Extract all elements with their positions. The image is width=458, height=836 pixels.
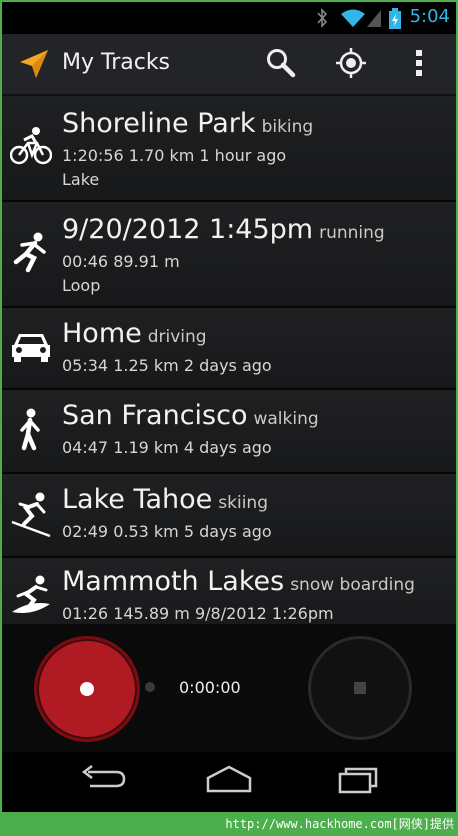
track-description: Lake: [62, 170, 100, 189]
track-row-san-francisco[interactable]: San Francisco walking 04:47 1.19 km 4 day…: [2, 390, 456, 474]
record-button[interactable]: [34, 636, 140, 742]
recording-status-indicator: [145, 682, 155, 692]
track-description: Loop: [62, 276, 101, 295]
record-dot-icon: [80, 682, 94, 696]
track-stats: 01:26 145.89 m 9/8/2012 1:26pm: [62, 604, 334, 623]
walking-icon: [20, 408, 40, 451]
track-stats: 05:34 1.25 km 2 days ago: [62, 356, 272, 375]
watermark: http://www.hackhome.com[网侠]提供: [225, 817, 454, 831]
action-bar: My Tracks: [2, 34, 456, 96]
activity-type: biking: [261, 117, 314, 137]
wifi-icon: [341, 9, 365, 27]
track-name: Mammoth Lakes snow boarding: [62, 566, 415, 597]
track-stats: 02:49 0.53 km 5 days ago: [62, 522, 272, 541]
activity-type: running: [319, 223, 385, 243]
track-stats: 04:47 1.19 km 4 days ago: [62, 438, 272, 457]
stop-square-icon: [354, 682, 366, 694]
track-row-lake-tahoe[interactable]: Lake Tahoe skiing 02:49 0.53 km 5 days ag…: [2, 474, 456, 558]
running-icon: [13, 232, 46, 273]
track-name: Lake Tahoe skiing: [62, 484, 268, 515]
track-stats: 1:20:56 1.70 km 1 hour ago: [62, 146, 287, 165]
track-name: San Francisco walking: [62, 400, 319, 431]
activity-type: snow boarding: [290, 575, 415, 595]
bluetooth-icon: [317, 8, 328, 28]
app-title: My Tracks: [62, 50, 171, 75]
snowboarding-icon: [12, 575, 50, 613]
overflow-menu-icon[interactable]: [412, 46, 426, 80]
search-icon[interactable]: [264, 46, 298, 80]
track-row-mammoth-lakes[interactable]: Mammoth Lakes snow boarding 01:26 145.89 …: [2, 558, 456, 624]
car-icon: [12, 334, 50, 362]
activity-type: walking: [253, 409, 319, 429]
my-location-icon[interactable]: [334, 46, 368, 80]
back-icon[interactable]: [78, 764, 128, 794]
biking-icon: [10, 127, 52, 165]
battery-charging-icon: [389, 8, 401, 29]
phone-screen: 5:04 My Tracks Shoreline Park biking 1:2…: [2, 2, 456, 812]
track-row-home[interactable]: Home driving 05:34 1.25 km 2 days ago: [2, 308, 456, 390]
recording-timer: 0:00:00: [179, 678, 241, 697]
track-row-shoreline-park[interactable]: Shoreline Park biking 1:20:56 1.70 km 1 h…: [2, 96, 456, 202]
app-logo-icon[interactable]: [18, 48, 50, 80]
stop-button[interactable]: [308, 636, 412, 740]
track-name: Shoreline Park biking: [62, 108, 314, 139]
navigation-bar: [2, 752, 456, 812]
track-stats: 00:46 89.91 m: [62, 252, 180, 271]
track-row-9-20-2012[interactable]: 9/20/2012 1:45pm running 00:46 89.91 m Lo…: [2, 202, 456, 308]
signal-icon: [367, 10, 381, 27]
recording-panel: 0:00:00: [2, 624, 456, 752]
home-icon[interactable]: [204, 764, 254, 794]
skiing-icon: [11, 492, 51, 538]
recent-apps-icon[interactable]: [334, 764, 384, 794]
status-bar: 5:04: [2, 2, 456, 34]
track-name: 9/20/2012 1:45pm running: [62, 214, 385, 245]
activity-type: skiing: [218, 493, 268, 513]
track-list[interactable]: Shoreline Park biking 1:20:56 1.70 km 1 h…: [2, 96, 456, 624]
activity-type: driving: [147, 327, 207, 347]
status-clock: 5:04: [409, 6, 450, 27]
track-name: Home driving: [62, 318, 207, 349]
